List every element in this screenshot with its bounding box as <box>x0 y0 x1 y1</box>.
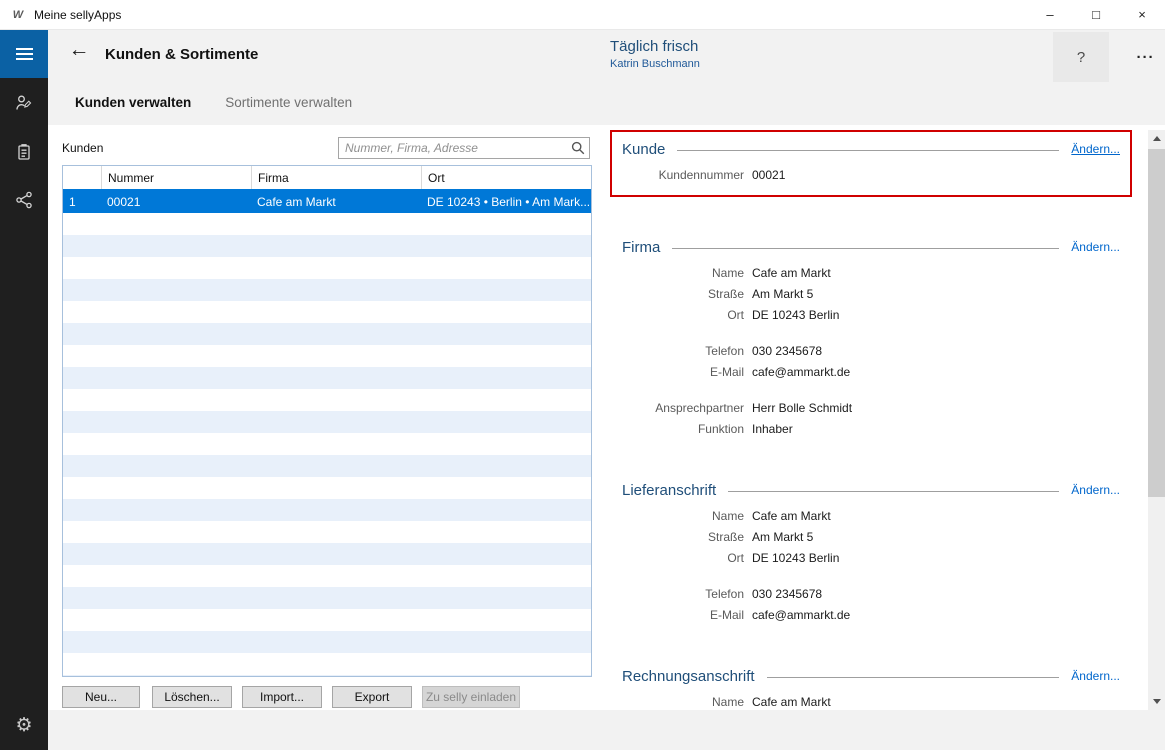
column-header-ort[interactable]: Ort <box>421 166 591 189</box>
change-firma-link[interactable]: Ändern... <box>1071 240 1120 254</box>
column-header-index[interactable] <box>63 166 101 189</box>
scroll-up-button[interactable] <box>1148 130 1165 147</box>
column-header-firma[interactable]: Firma <box>251 166 421 189</box>
empty-rows <box>63 213 591 676</box>
minimize-button[interactable]: – <box>1027 0 1073 29</box>
field-row: NameCafe am Markt <box>622 506 1120 527</box>
sidebar-item-network[interactable] <box>0 180 48 222</box>
section-firma: Firma Ändern... NameCafe am Markt Straße… <box>610 235 1132 440</box>
search-icon <box>571 141 585 155</box>
field-row: Telefon030 2345678 <box>622 341 1120 362</box>
table-header: Nummer Firma Ort <box>63 166 591 191</box>
change-kunde-link[interactable]: Ändern... <box>1071 142 1120 156</box>
window-controls: – □ × <box>1027 0 1165 29</box>
section-rule <box>672 248 1059 249</box>
cell-firma: Cafe am Markt <box>251 195 421 209</box>
change-rechnungsanschrift-link[interactable]: Ändern... <box>1071 669 1120 683</box>
brand-block: Täglich frisch Katrin Buschmann <box>610 38 700 70</box>
page-title: Kunden & Sortimente <box>105 46 258 63</box>
scrollbar-thumb[interactable] <box>1148 149 1165 497</box>
scroll-up-icon <box>1153 136 1161 141</box>
customer-detail-pane: Kunde Ändern... Kundennummer 00021 Firma… <box>610 130 1132 710</box>
user-name: Katrin Buschmann <box>610 58 700 70</box>
section-rule <box>728 491 1059 492</box>
titlebar: W Meine sellyApps – □ × <box>0 0 1165 30</box>
tab-sortimente-verwalten[interactable]: Sortimente verwalten <box>225 95 352 116</box>
search-input[interactable] <box>338 137 590 159</box>
field-row: NameCafe am Markt <box>622 263 1120 284</box>
company-name: Täglich frisch <box>610 38 700 55</box>
sidebar: ⚙ <box>0 30 48 750</box>
scroll-down-button[interactable] <box>1148 693 1165 710</box>
hamburger-icon <box>16 48 33 50</box>
field-row: AnsprechpartnerHerr Bolle Schmidt <box>622 398 1120 419</box>
section-rechnungsanschrift: Rechnungsanschrift Ändern... NameCafe am… <box>610 664 1132 710</box>
field-row: E-Mailcafe@ammarkt.de <box>622 362 1120 383</box>
column-header-nummer[interactable]: Nummer <box>101 166 251 189</box>
cell-nummer: 00021 <box>101 195 251 209</box>
field-row: FunktionInhaber <box>622 419 1120 440</box>
delete-button[interactable]: Löschen... <box>152 686 232 708</box>
sidebar-item-customers[interactable] <box>0 83 48 125</box>
change-lieferanschrift-link[interactable]: Ändern... <box>1071 483 1120 497</box>
more-button[interactable]: ··· <box>1126 32 1165 82</box>
field-row: E-Mailcafe@ammarkt.de <box>622 605 1120 626</box>
window-title: Meine sellyApps <box>34 8 121 22</box>
field-value: 00021 <box>752 165 785 186</box>
settings-button[interactable]: ⚙ <box>0 708 48 742</box>
section-kunde-highlighted: Kunde Ändern... Kundennummer 00021 <box>610 130 1132 197</box>
field-label: Kundennummer <box>622 165 752 186</box>
section-rule <box>767 677 1060 678</box>
sidebar-item-lists[interactable] <box>0 132 48 174</box>
hamburger-menu-button[interactable] <box>0 30 48 78</box>
close-button[interactable]: × <box>1119 0 1165 29</box>
field-row: NameCafe am Markt <box>622 692 1120 710</box>
back-button[interactable]: ← <box>64 38 94 62</box>
section-lieferanschrift: Lieferanschrift Ändern... NameCafe am Ma… <box>610 478 1132 626</box>
maximize-button[interactable]: □ <box>1073 0 1119 29</box>
customer-search <box>338 137 590 159</box>
clipboard-icon <box>14 142 34 165</box>
section-title-kunde: Kunde <box>622 141 665 158</box>
tab-kunden-verwalten[interactable]: Kunden verwalten <box>75 95 191 116</box>
scroll-down-icon <box>1153 699 1161 704</box>
field-row: StraßeAm Markt 5 <box>622 527 1120 548</box>
field-row: StraßeAm Markt 5 <box>622 284 1120 305</box>
invite-to-selly-button: Zu selly einladen <box>422 686 520 708</box>
export-button[interactable]: Export <box>332 686 412 708</box>
section-title-firma: Firma <box>622 239 660 256</box>
new-button[interactable]: Neu... <box>62 686 140 708</box>
section-title-lieferanschrift: Lieferanschrift <box>622 482 716 499</box>
footer-strip <box>48 710 1165 750</box>
app-header: ← Kunden & Sortimente Täglich frisch Kat… <box>48 30 1165 125</box>
section-rule <box>677 150 1059 151</box>
field-row: Kundennummer 00021 <box>622 165 1120 186</box>
cell-index: 1 <box>63 195 101 209</box>
section-title-rechnungsanschrift: Rechnungsanschrift <box>622 668 755 685</box>
cell-ort: DE 10243 • Berlin • Am Mark... <box>421 195 591 209</box>
customer-list-label: Kunden <box>62 141 103 155</box>
gear-icon: ⚙ <box>15 714 32 736</box>
vertical-scrollbar[interactable] <box>1148 130 1165 710</box>
field-row: Telefon030 2345678 <box>622 584 1120 605</box>
table-row-selected[interactable]: 1 00021 Cafe am Markt DE 10243 • Berlin … <box>63 191 591 213</box>
field-row: OrtDE 10243 Berlin <box>622 548 1120 569</box>
customer-edit-icon <box>14 93 34 116</box>
content-area: Kunden Nummer Firma Ort 1 00021 Cafe am … <box>48 125 1165 710</box>
tab-bar: Kunden verwalten Sortimente verwalten <box>75 95 352 116</box>
field-row: OrtDE 10243 Berlin <box>622 305 1120 326</box>
share-network-icon <box>14 190 34 213</box>
help-button[interactable]: ? <box>1053 32 1109 82</box>
list-button-bar: Neu... Löschen... Import... Export Zu se… <box>62 686 520 708</box>
customer-table: Nummer Firma Ort 1 00021 Cafe am Markt D… <box>62 165 592 677</box>
import-button[interactable]: Import... <box>242 686 322 708</box>
app-logo-icon: W <box>10 7 26 23</box>
